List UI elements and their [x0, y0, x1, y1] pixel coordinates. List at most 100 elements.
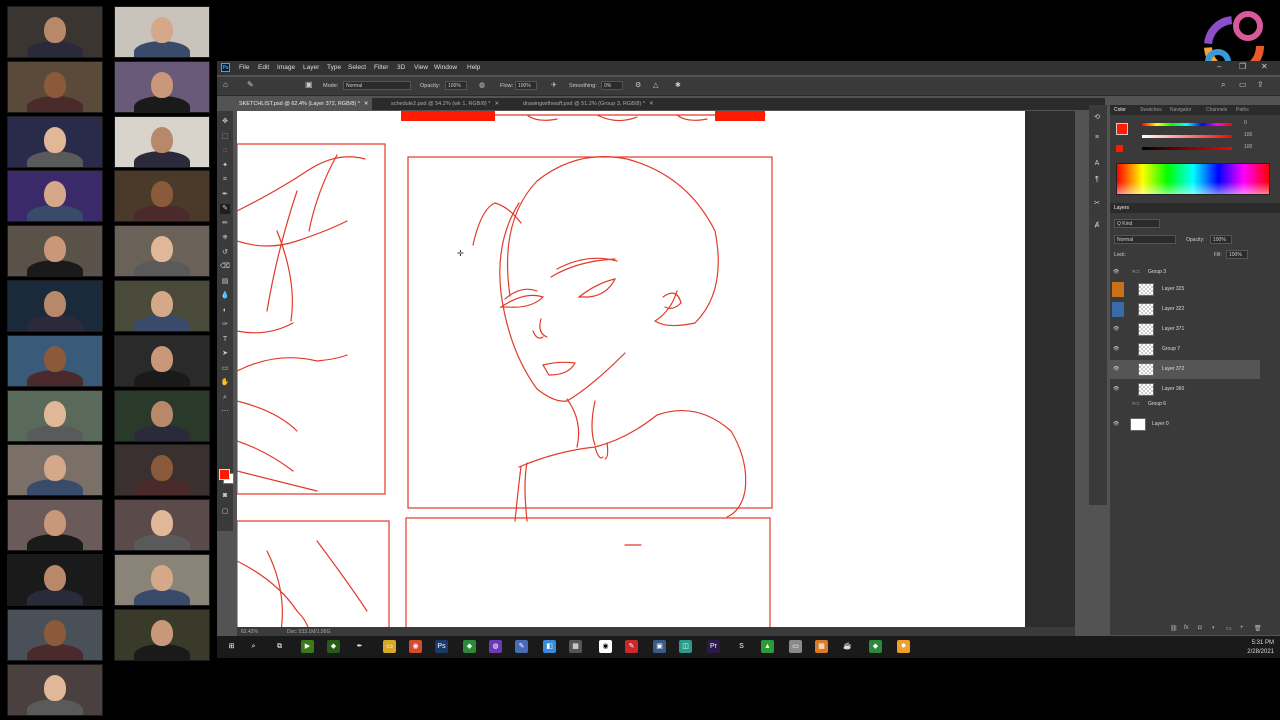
app-icon[interactable]: ◍: [489, 640, 502, 653]
app-icon[interactable]: ▦: [815, 640, 828, 653]
lasso-tool-icon[interactable]: ◌: [220, 146, 230, 156]
crop-tool-icon[interactable]: ⌗: [220, 175, 230, 185]
clone-stamp-tool-icon[interactable]: ⎈: [220, 233, 230, 243]
dodge-tool-icon[interactable]: ◐: [220, 306, 230, 316]
new-layer-icon[interactable]: +: [1240, 625, 1244, 631]
brush-settings-icon[interactable]: ✂: [1092, 199, 1102, 209]
nvidia-icon[interactable]: ▶: [301, 640, 314, 653]
share-icon[interactable]: ⇪: [1257, 80, 1264, 89]
layer-row[interactable]: 👁 ›▭ Group 3: [1110, 265, 1260, 279]
foreground-color-swatch[interactable]: [219, 469, 230, 480]
app-icon[interactable]: ▭: [789, 640, 802, 653]
canvas-area[interactable]: ✛: [237, 111, 1075, 627]
link-icon[interactable]: ⛓: [1170, 625, 1178, 632]
taskbar-clock[interactable]: 5:31 PM 2/28/2021: [1247, 639, 1274, 657]
visibility-eye-icon[interactable]: 👁: [1113, 320, 1119, 339]
menu-type[interactable]: Type: [327, 64, 341, 71]
menu-help[interactable]: Help: [467, 64, 480, 71]
participant-video-tile[interactable]: [7, 554, 103, 606]
adjustment-icon[interactable]: ◐: [1212, 625, 1216, 631]
hand-tool-icon[interactable]: ✋: [220, 378, 230, 388]
document-tab[interactable]: drawingwithwaff.psd @ 51.2% (Group 3, RG…: [519, 98, 658, 110]
app-icon[interactable]: ▣: [653, 640, 666, 653]
menu-file[interactable]: File: [239, 64, 249, 71]
zoom-level[interactable]: 62.42%: [241, 629, 258, 635]
menu-select[interactable]: Select: [348, 64, 366, 71]
app-icon[interactable]: ☕: [841, 640, 854, 653]
trash-icon[interactable]: 🗑: [1254, 625, 1262, 632]
symmetry-icon[interactable]: ✱: [675, 81, 681, 89]
participant-video-tile[interactable]: [114, 499, 210, 552]
participant-video-tile[interactable]: [7, 225, 103, 278]
menu-view[interactable]: View: [414, 64, 428, 71]
participant-video-tile[interactable]: [114, 389, 210, 442]
smoothing-input[interactable]: 0%: [601, 81, 623, 90]
pressure-opacity-icon[interactable]: ◍: [479, 81, 485, 89]
airbrush-icon[interactable]: ✈: [551, 81, 557, 89]
menu-3d[interactable]: 3D: [397, 64, 405, 71]
opacity-input[interactable]: 100%: [445, 81, 467, 90]
app-icon[interactable]: ▲: [761, 640, 774, 653]
paragraph-icon[interactable]: ¶: [1092, 175, 1102, 185]
participant-video-tile[interactable]: [114, 6, 210, 58]
brush-preset-icon[interactable]: ✎: [247, 80, 254, 89]
menu-filter[interactable]: Filter: [374, 64, 388, 71]
participant-video-tile[interactable]: [114, 608, 210, 661]
restore-icon[interactable]: ❐: [1239, 62, 1246, 71]
menu-window[interactable]: Window: [434, 64, 457, 71]
gear-icon[interactable]: ⚙: [635, 81, 641, 89]
mode-select[interactable]: Normal: [343, 81, 411, 90]
app-icon[interactable]: ◫: [679, 640, 692, 653]
layer-row[interactable]: 👁 Group 7: [1110, 340, 1260, 359]
menu-image[interactable]: Image: [277, 64, 295, 71]
participant-video-tile[interactable]: [7, 444, 103, 497]
path-select-tool-icon[interactable]: ➤: [220, 349, 230, 359]
participant-video-tile[interactable]: [7, 170, 103, 223]
close-icon[interactable]: ✕: [1261, 62, 1268, 71]
layer-row[interactable]: 👁 Layer 371: [1110, 320, 1260, 339]
tab-swatches[interactable]: Swatches: [1140, 107, 1162, 113]
fx-icon[interactable]: fx: [1184, 625, 1189, 631]
layer-row[interactable]: 👁 Layer 372: [1110, 360, 1260, 379]
minimize-icon[interactable]: –: [1217, 62, 1221, 71]
more-tool-icon[interactable]: ⋯: [220, 407, 230, 417]
document-tab[interactable]: SKETCHLIST.psd @ 62.4% (Layer 372, RGB/8…: [235, 98, 373, 110]
layer-row[interactable]: ›▭ Group 6: [1110, 397, 1260, 411]
search-icon[interactable]: ⌕: [247, 640, 260, 653]
eraser-tool-icon[interactable]: ⌫: [220, 262, 230, 272]
fill-input[interactable]: 100%: [1226, 250, 1248, 259]
rectangle-tool-icon[interactable]: ▭: [220, 364, 230, 374]
app-icon[interactable]: S: [735, 640, 748, 653]
quick-mask-icon[interactable]: ◙: [220, 491, 230, 501]
app-icon[interactable]: ✸: [897, 640, 910, 653]
pen-tool-icon[interactable]: ✑: [220, 320, 230, 330]
participant-video-tile[interactable]: [7, 499, 103, 552]
layer-row[interactable]: Layer 322: [1110, 300, 1260, 319]
visibility-eye-icon[interactable]: 👁: [1113, 360, 1119, 379]
participant-video-tile[interactable]: [114, 444, 210, 497]
tab-color[interactable]: Color: [1114, 107, 1126, 113]
layer-blend-mode[interactable]: Normal: [1114, 235, 1176, 244]
color-spectrum[interactable]: [1116, 163, 1270, 195]
marquee-tool-icon[interactable]: ⬚: [220, 132, 230, 142]
history-icon[interactable]: ⟲: [1092, 113, 1102, 123]
folder-icon[interactable]: ▭: [1226, 625, 1232, 632]
participant-video-tile[interactable]: [7, 334, 103, 387]
slider-brightness-value[interactable]: 100: [1244, 144, 1252, 150]
pencil-tool-icon[interactable]: ✏: [220, 219, 230, 229]
app-icon[interactable]: ◆: [463, 640, 476, 653]
participant-video-tile[interactable]: [7, 663, 103, 716]
blur-tool-icon[interactable]: 💧: [220, 291, 230, 301]
participant-video-tile[interactable]: [7, 280, 103, 332]
zoom-tool-icon[interactable]: ⌕: [220, 393, 230, 403]
type-tool-icon[interactable]: T: [220, 335, 230, 345]
layer-row[interactable]: 👁 Layer 0: [1110, 415, 1260, 434]
file-explorer-icon[interactable]: ▭: [383, 640, 396, 653]
chrome-icon[interactable]: ◉: [409, 640, 422, 653]
move-tool-icon[interactable]: ✥: [220, 117, 230, 127]
tab-layers[interactable]: Layers: [1114, 205, 1129, 211]
layer-color-tag[interactable]: [1112, 302, 1124, 317]
visibility-eye-icon[interactable]: 👁: [1113, 415, 1119, 434]
task-view-icon[interactable]: ⧉: [273, 640, 286, 653]
participant-video-tile[interactable]: [114, 60, 210, 113]
